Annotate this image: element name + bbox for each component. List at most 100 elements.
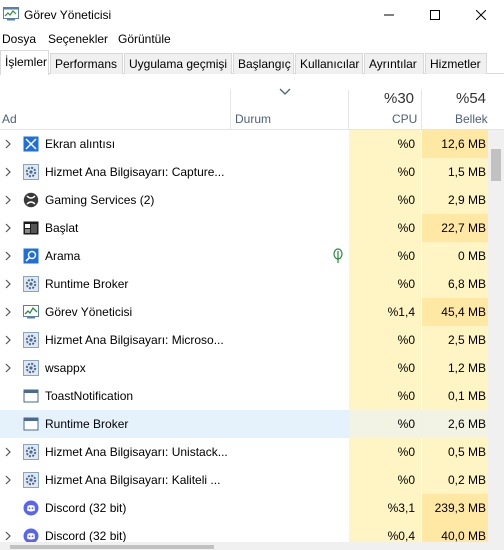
chevron-right-icon[interactable] [4, 195, 12, 205]
process-row[interactable]: %0 22,7 MB Başlat [0, 214, 488, 242]
process-name: Arama [45, 249, 81, 263]
menu-file[interactable]: Dosya [2, 32, 36, 46]
memory-value: 2,9 MB [447, 193, 486, 207]
memory-value: 0,5 MB [447, 445, 486, 459]
process-row[interactable]: %0 0,5 MB Hizmet Ana Bilgisayarı: Unistack… [0, 438, 488, 466]
cpu-value: %0 [397, 445, 415, 459]
memory-cell: 22,7 MB [422, 214, 488, 242]
process-row[interactable]: %0,4 40,0 MB Discord (32 bit) [0, 522, 488, 542]
service-gear-icon [23, 360, 39, 376]
column-status[interactable]: Durum [235, 112, 271, 126]
cpu-value: %0 [397, 473, 415, 487]
process-row[interactable]: %0 12,6 MB Ekran alıntısı [0, 130, 488, 158]
service-gear-icon [23, 276, 39, 292]
cpu-total-percent[interactable]: %30 [384, 90, 414, 107]
cpu-cell: %0 [349, 242, 421, 270]
process-row[interactable]: %0 6,8 MB Runtime Broker [0, 270, 488, 298]
task-manager-icon [3, 7, 19, 21]
menu-view[interactable]: Görüntüle [118, 32, 171, 46]
column-name[interactable]: Ad [2, 112, 17, 126]
memory-value: 239,3 MB [434, 501, 486, 515]
tab-bar: İşlemler Performans Uygulama geçmişi Baş… [0, 50, 504, 75]
cpu-value: %0 [397, 249, 415, 263]
memory-cell: 40,0 MB [422, 522, 488, 542]
tab-startup[interactable]: Başlangıç [233, 53, 294, 74]
process-row[interactable]: %0 2,6 MB Runtime Broker [0, 410, 488, 438]
memory-cell: 6,8 MB [422, 270, 488, 298]
chevron-right-icon[interactable] [4, 307, 12, 317]
process-name: Başlat [45, 221, 79, 235]
memory-cell: 45,4 MB [422, 298, 488, 326]
memory-value: 0,2 MB [447, 473, 486, 487]
chevron-right-icon[interactable] [4, 167, 12, 177]
chevron-right-icon[interactable] [4, 335, 12, 345]
title-bar[interactable]: Görev Yöneticisi [0, 0, 504, 30]
chevron-right-icon[interactable] [4, 475, 12, 485]
start-window-icon [23, 221, 39, 235]
process-row[interactable]: %0 0,2 MB Hizmet Ana Bilgisayarı: Kaliteli… [0, 466, 488, 494]
tab-details[interactable]: Ayrıntılar [364, 53, 424, 74]
process-row[interactable]: %0 2,9 MB Gaming Services (2) [0, 186, 488, 214]
memory-value: 0 MB [457, 249, 486, 263]
cpu-cell: %0 [349, 214, 421, 242]
column-cpu[interactable]: CPU [392, 112, 417, 126]
process-name: Hizmet Ana Bilgisayarı: Microso... [45, 333, 224, 347]
chevron-right-icon[interactable] [4, 223, 12, 233]
cpu-cell: %0 [349, 326, 421, 354]
menu-options[interactable]: Seçenekler [48, 32, 108, 46]
column-memory[interactable]: Bellek [455, 112, 488, 126]
process-row[interactable]: %0 0,1 MB ToastNotification [0, 382, 488, 410]
menu-bar: Dosya Seçenekler Görüntüle [0, 30, 504, 50]
close-button[interactable] [458, 0, 504, 30]
memory-cell: 0 MB [422, 242, 488, 270]
horizontal-scroll-thumb[interactable] [10, 545, 214, 549]
chevron-right-icon[interactable] [4, 531, 12, 541]
cpu-value: %0,4 [387, 529, 415, 542]
tab-processes[interactable]: İşlemler [0, 50, 49, 75]
cpu-cell: %0 [349, 270, 421, 298]
leaf-suspended-icon [333, 248, 343, 263]
cpu-cell: %0 [349, 354, 421, 382]
tab-services[interactable]: Hizmetler [425, 53, 487, 74]
memory-value: 40,0 MB [441, 529, 486, 542]
process-name: Hizmet Ana Bilgisayarı: Kaliteli ... [45, 473, 221, 487]
cpu-cell: %0 [349, 466, 421, 494]
memory-value: 1,2 MB [447, 361, 486, 375]
cpu-cell: %0,4 [349, 522, 421, 542]
process-row[interactable]: %3,1 239,3 MB Discord (32 bit) [0, 494, 488, 522]
process-row[interactable]: %1,4 45,4 MB Görev Yöneticisi [0, 298, 488, 326]
memory-value: 12,6 MB [441, 137, 486, 151]
column-divider [348, 90, 349, 130]
memory-total-percent[interactable]: %54 [456, 90, 486, 107]
tab-performance[interactable]: Performans [50, 53, 123, 74]
memory-cell: 0,2 MB [422, 466, 488, 494]
cpu-cell: %3,1 [349, 494, 421, 522]
vertical-scrollbar[interactable] [488, 130, 504, 542]
chevron-right-icon[interactable] [4, 279, 12, 289]
chevron-right-icon[interactable] [4, 447, 12, 457]
sort-chevron-down-icon[interactable] [279, 88, 291, 96]
column-header: Ad Durum %30 CPU %54 Bellek [0, 74, 504, 130]
tab-app-history[interactable]: Uygulama geçmişi [124, 53, 232, 74]
process-name: Runtime Broker [45, 417, 129, 431]
cpu-value: %0 [397, 193, 415, 207]
process-row[interactable]: %0 0 MB Arama [0, 242, 488, 270]
tab-users[interactable]: Kullanıcılar [295, 53, 363, 74]
cpu-cell: %0 [349, 158, 421, 186]
close-icon [476, 10, 486, 20]
service-gear-icon [23, 472, 39, 488]
process-row[interactable]: %0 1,5 MB Hizmet Ana Bilgisayarı: Capture.… [0, 158, 488, 186]
maximize-button[interactable] [412, 0, 458, 30]
cpu-value: %0 [397, 277, 415, 291]
process-row[interactable]: %0 2,5 MB Hizmet Ana Bilgisayarı: Microso.… [0, 326, 488, 354]
vertical-scroll-thumb[interactable] [491, 149, 501, 181]
process-name: Runtime Broker [45, 277, 129, 291]
memory-cell: 12,6 MB [422, 130, 488, 158]
chevron-right-icon[interactable] [4, 139, 12, 149]
minimize-button[interactable] [366, 0, 412, 30]
chevron-right-icon[interactable] [4, 363, 12, 373]
chevron-right-icon[interactable] [4, 251, 12, 261]
process-list: %0 12,6 MB Ekran alıntısı %0 1,5 MB Hizmet An… [0, 130, 488, 542]
process-name: wsappx [45, 361, 86, 375]
process-row[interactable]: %0 1,2 MB wsappx [0, 354, 488, 382]
